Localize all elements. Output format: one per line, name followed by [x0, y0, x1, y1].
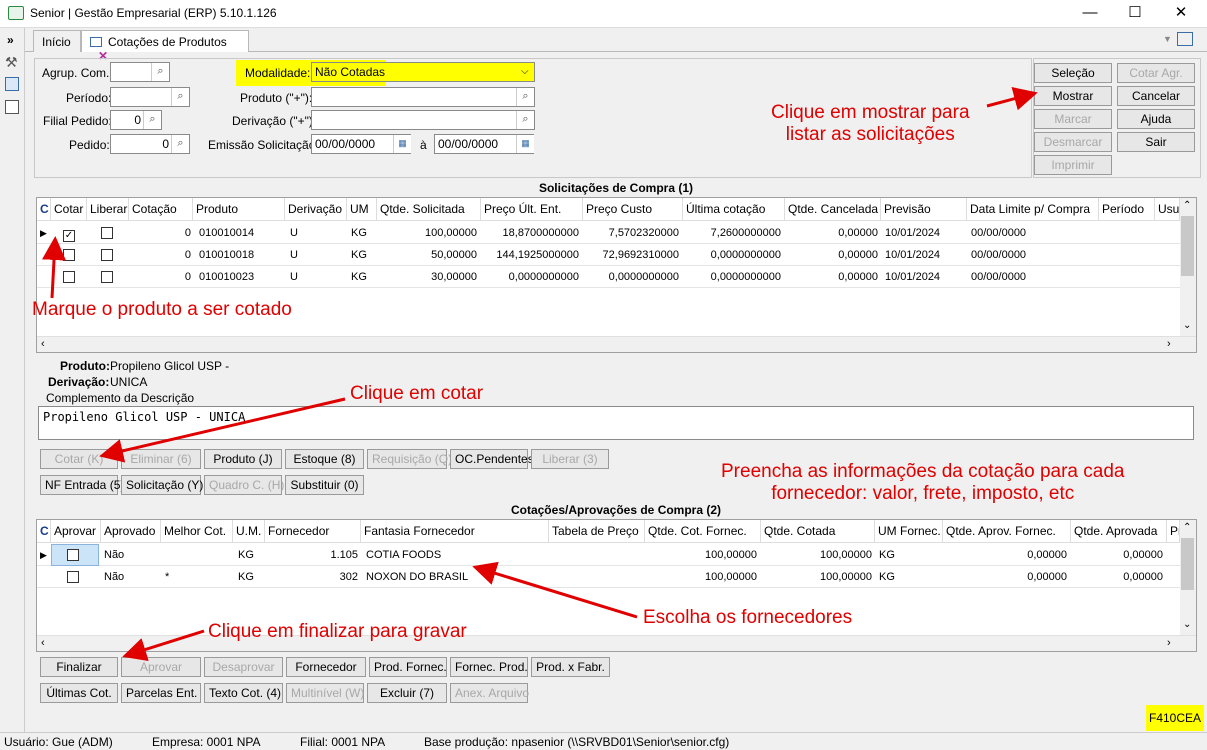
annotation-arrows [42, 87, 1038, 662]
arrow-to-cotar [99, 397, 346, 463]
arrow-to-finalizar [122, 629, 205, 662]
arrow-to-fornecedores [472, 561, 638, 619]
arrow-to-mostrar [986, 87, 1038, 111]
arrow-to-checkbox [42, 236, 67, 299]
